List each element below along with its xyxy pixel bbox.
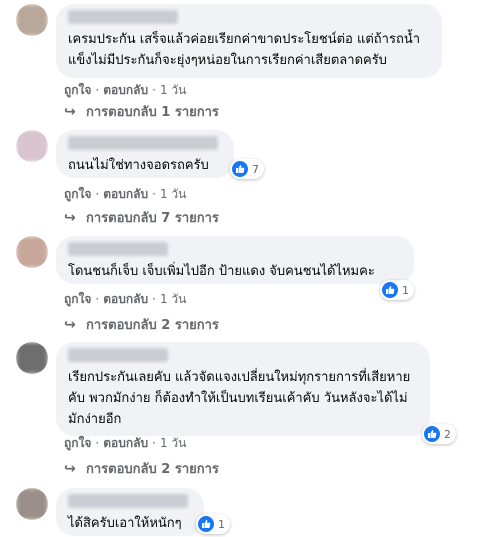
like-link[interactable]: ถูกใจ: [64, 292, 91, 306]
like-thumb-icon: [232, 161, 248, 177]
replies-count-label: การตอบกลับ 2 รายการ: [86, 462, 219, 477]
reaction-count: 2: [444, 427, 451, 441]
comment-text: เครมประกัน เสร็จแล้วค่อยเรียกค่าขาดประโย…: [68, 32, 421, 68]
reaction-count: 7: [252, 162, 259, 176]
comment-actions: ถูกใจ · ตอบกลับ · 1 วัน: [64, 436, 187, 450]
reaction-badge[interactable]: 2: [422, 424, 456, 444]
author-name-blurred[interactable]: [68, 136, 218, 150]
avatar[interactable]: [16, 4, 48, 36]
comment-actions: ถูกใจ · ตอบกลับ · 1 วัน: [64, 292, 187, 306]
comment-bubble: เรียกประกันเลยคับ แล้วจัดแจงเปลี่ยนใหม่ท…: [56, 342, 430, 436]
reply-arrow-icon: ↪: [64, 460, 76, 477]
author-name-blurred[interactable]: [68, 242, 168, 256]
reaction-count: 1: [218, 517, 225, 531]
comment-bubble: ได้สิครับเอาให้หนักๆ: [56, 488, 204, 536]
reply-link[interactable]: ตอบกลับ: [103, 83, 148, 97]
comment-text: ถนนไม่ใช่ทางจอดรถครับ: [68, 158, 209, 173]
avatar[interactable]: [16, 130, 48, 162]
like-thumb-icon: [198, 516, 214, 532]
reaction-count: 1: [402, 283, 409, 297]
replies-count-label: การตอบกลับ 7 รายการ: [86, 211, 219, 226]
reply-link[interactable]: ตอบกลับ: [103, 292, 148, 306]
comment-text: โดนชนก็เจ็บ เจ็บเพิ่มไปอีก ป้ายแดง จับคน…: [68, 264, 375, 279]
comment-actions: ถูกใจ · ตอบกลับ · 1 วัน: [64, 187, 187, 201]
comment-bubble: เครมประกัน เสร็จแล้วค่อยเรียกค่าขาดประโย…: [56, 4, 442, 78]
view-replies-link[interactable]: ↪ การตอบกลับ 7 รายการ: [64, 207, 219, 228]
reply-link[interactable]: ตอบกลับ: [103, 187, 148, 201]
author-name-blurred[interactable]: [68, 494, 188, 508]
view-replies-link[interactable]: ↪ การตอบกลับ 1 รายการ: [64, 101, 219, 122]
reply-link[interactable]: ตอบกลับ: [103, 436, 148, 450]
like-link[interactable]: ถูกใจ: [64, 436, 91, 450]
like-link[interactable]: ถูกใจ: [64, 187, 91, 201]
avatar[interactable]: [16, 488, 48, 520]
reaction-badge[interactable]: 1: [196, 514, 230, 534]
comment-text: ได้สิครับเอาให้หนักๆ: [68, 516, 182, 531]
author-name-blurred[interactable]: [68, 10, 178, 24]
reply-arrow-icon: ↪: [64, 209, 76, 226]
avatar[interactable]: [16, 236, 48, 268]
timestamp[interactable]: 1 วัน: [160, 292, 186, 306]
author-name-blurred[interactable]: [68, 348, 168, 362]
replies-count-label: การตอบกลับ 2 รายการ: [86, 318, 219, 333]
timestamp[interactable]: 1 วัน: [160, 436, 186, 450]
like-link[interactable]: ถูกใจ: [64, 83, 91, 97]
comment-bubble: ถนนไม่ใช่ทางจอดรถครับ: [56, 130, 234, 178]
comment-bubble: โดนชนก็เจ็บ เจ็บเพิ่มไปอีก ป้ายแดง จับคน…: [56, 236, 414, 284]
avatar[interactable]: [16, 342, 48, 374]
replies-count-label: การตอบกลับ 1 รายการ: [86, 105, 219, 120]
reply-arrow-icon: ↪: [64, 103, 76, 120]
timestamp[interactable]: 1 วัน: [160, 187, 186, 201]
like-thumb-icon: [424, 426, 440, 442]
comment-actions: ถูกใจ · ตอบกลับ · 1 วัน: [64, 83, 187, 97]
view-replies-link[interactable]: ↪ การตอบกลับ 2 รายการ: [64, 458, 219, 479]
comment-text: เรียกประกันเลยคับ แล้วจัดแจงเปลี่ยนใหม่ท…: [68, 370, 411, 427]
reaction-badge[interactable]: 7: [230, 159, 264, 179]
reply-arrow-icon: ↪: [64, 316, 76, 333]
reaction-badge[interactable]: 1: [380, 280, 414, 300]
timestamp[interactable]: 1 วัน: [160, 83, 186, 97]
like-thumb-icon: [382, 282, 398, 298]
view-replies-link[interactable]: ↪ การตอบกลับ 2 รายการ: [64, 314, 219, 335]
